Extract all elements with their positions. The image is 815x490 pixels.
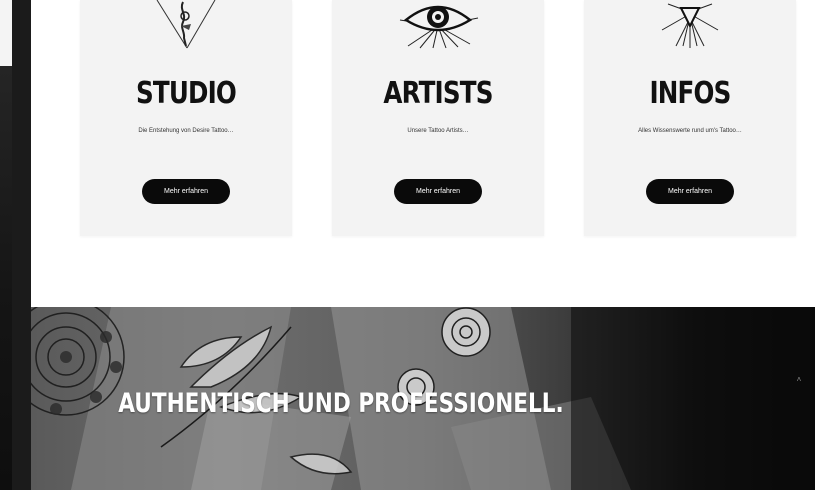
card-artists: ARTISTS Unsere Tattoo Artists… Mehr erfa… <box>332 0 544 236</box>
card-description: Die Entstehung von Desire Tattoo… <box>138 128 234 134</box>
mehr-erfahren-button-infos[interactable]: Mehr erfahren <box>646 179 734 204</box>
left-strip-highlight <box>0 0 12 66</box>
tattoo-machine-triangle-icon <box>80 0 292 50</box>
chevron-up-icon[interactable]: ˄ <box>794 374 804 384</box>
card-description: Unsere Tattoo Artists… <box>407 128 469 134</box>
mehr-erfahren-button-studio[interactable]: Mehr erfahren <box>142 179 230 204</box>
mehr-erfahren-button-artists[interactable]: Mehr erfahren <box>394 179 482 204</box>
hero-banner: AUTHENTISCH UND PROFESSIONELL. <box>31 307 815 490</box>
eye-icon <box>332 0 544 50</box>
card-description: Alles Wissenswerte rund um's Tattoo… <box>638 128 742 134</box>
left-strip-dark <box>12 0 31 490</box>
main-content: STUDIO Die Entstehung von Desire Tattoo…… <box>31 0 815 490</box>
card-title: ARTISTS <box>383 76 493 111</box>
banner-headline: AUTHENTISCH UND PROFESSIONELL. <box>118 388 564 419</box>
card-infos: INFOS Alles Wissenswerte rund um's Tatto… <box>584 0 796 236</box>
left-background-strip <box>0 0 31 490</box>
sunburst-heart-icon <box>584 0 796 50</box>
card-title: INFOS <box>649 76 731 111</box>
card-studio: STUDIO Die Entstehung von Desire Tattoo…… <box>80 0 292 236</box>
card-title: STUDIO <box>135 76 237 111</box>
